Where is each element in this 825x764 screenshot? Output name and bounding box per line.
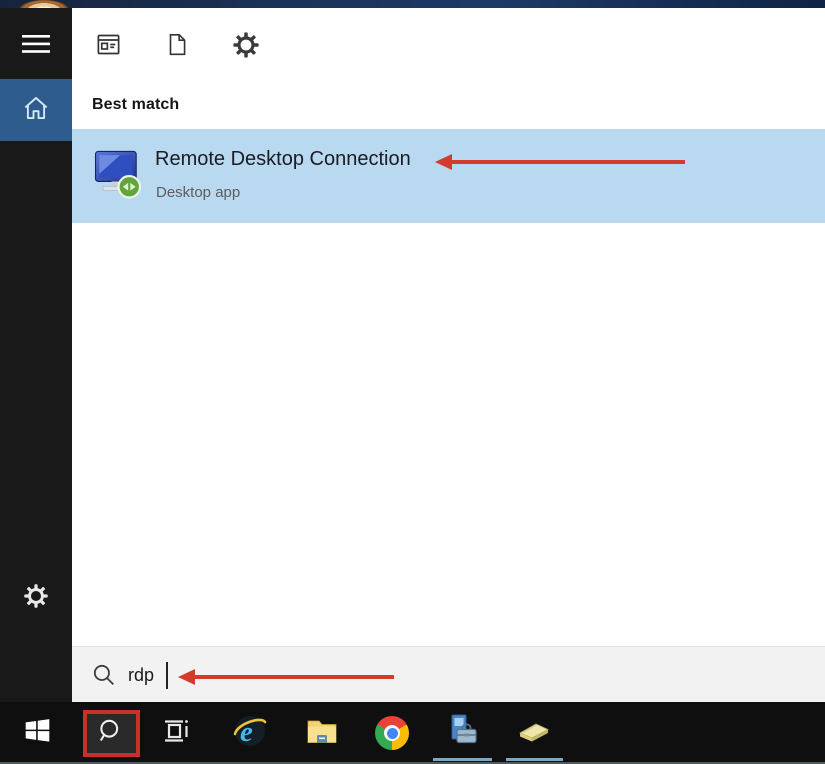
result-annotation-arrow-head bbox=[435, 154, 452, 170]
chrome-button[interactable] bbox=[370, 711, 414, 755]
task-view-button[interactable] bbox=[154, 711, 198, 755]
folder-icon bbox=[304, 713, 340, 754]
search-bar[interactable] bbox=[72, 646, 825, 702]
search-result-remote-desktop[interactable]: Remote Desktop Connection Desktop app bbox=[72, 129, 825, 223]
internet-explorer-icon: e bbox=[231, 712, 269, 755]
running-app-indicator bbox=[433, 758, 492, 761]
filter-documents-button[interactable] bbox=[157, 27, 197, 67]
book-icon bbox=[515, 712, 553, 755]
windows-start-search-screen: Best match Remote Desktop Connection Des… bbox=[0, 0, 825, 764]
pc-tools-app-button[interactable] bbox=[441, 711, 485, 755]
taskbar-search-button[interactable] bbox=[83, 710, 140, 757]
search-annotation-arrow-line bbox=[194, 675, 394, 679]
desktop-background-sliver bbox=[0, 0, 825, 9]
task-view-icon bbox=[161, 716, 191, 751]
result-subtitle: Desktop app bbox=[156, 184, 241, 201]
expand-menu-button[interactable] bbox=[14, 24, 58, 68]
filter-settings-button[interactable] bbox=[226, 27, 266, 67]
search-icon bbox=[98, 718, 125, 750]
filter-apps-button[interactable] bbox=[88, 27, 128, 67]
result-annotation-arrow-line bbox=[451, 160, 685, 164]
sidebar-item-home[interactable] bbox=[0, 79, 72, 141]
file-explorer-button[interactable] bbox=[300, 711, 344, 755]
document-icon bbox=[164, 31, 190, 63]
chrome-icon-core bbox=[386, 727, 398, 739]
result-title: Remote Desktop Connection bbox=[155, 148, 411, 170]
chrome-icon bbox=[375, 716, 409, 750]
text-caret bbox=[166, 662, 168, 689]
gear-icon bbox=[232, 31, 260, 64]
home-icon bbox=[21, 93, 51, 128]
search-icon bbox=[92, 663, 117, 693]
start-button[interactable] bbox=[15, 711, 59, 755]
section-header-best-match: Best match bbox=[92, 96, 180, 113]
pc-toolbox-icon bbox=[444, 712, 482, 755]
windows-logo-icon bbox=[24, 717, 51, 749]
book-app-button[interactable] bbox=[512, 711, 556, 755]
hamburger-menu-icon bbox=[21, 33, 51, 60]
gear-icon bbox=[23, 583, 49, 614]
internet-explorer-button[interactable]: e bbox=[228, 711, 272, 755]
sidebar-item-settings[interactable] bbox=[14, 576, 58, 620]
remote-desktop-icon bbox=[88, 143, 148, 207]
running-app-indicator bbox=[506, 758, 563, 761]
apps-window-icon bbox=[95, 31, 122, 63]
search-annotation-arrow-head bbox=[178, 669, 195, 685]
